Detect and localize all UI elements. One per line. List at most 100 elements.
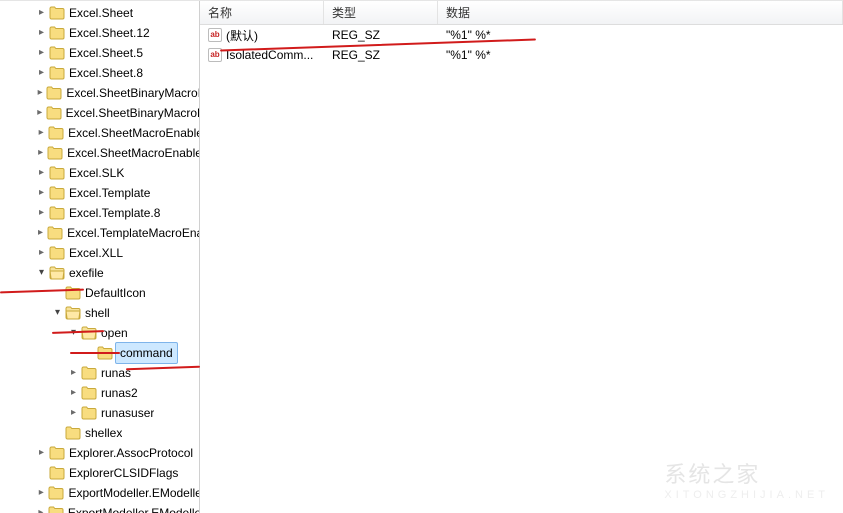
tree-item[interactable]: ▸ Excel.Sheet.12 <box>0 23 199 43</box>
tree-item[interactable]: ▾ shell <box>0 303 199 323</box>
tree-item[interactable]: shellex <box>0 423 199 443</box>
tree-item-label: Excel.TemplateMacroEnabled <box>67 223 199 243</box>
folder-icon <box>46 85 62 101</box>
tree-item-label: Excel.Sheet.12 <box>69 23 150 43</box>
tree-item-label: exefile <box>69 263 104 283</box>
chevron-right-icon[interactable]: ▸ <box>36 68 47 79</box>
folder-icon <box>65 285 81 301</box>
chevron-right-icon[interactable]: ▸ <box>36 168 47 179</box>
chevron-right-icon[interactable]: ▸ <box>36 488 46 499</box>
tree-item-label: command <box>115 342 178 364</box>
tree-item[interactable]: ▸ Excel.SheetMacroEnabled <box>0 123 199 143</box>
value-name-cell: abIsolatedComm... <box>200 48 324 62</box>
tree-item[interactable]: DefaultIcon <box>0 283 199 303</box>
folder-icon <box>81 385 97 401</box>
folder-icon <box>46 105 62 121</box>
watermark-text: 系统之家 <box>664 462 760 487</box>
tree-item[interactable]: ▸ Excel.TemplateMacroEnabled <box>0 223 199 243</box>
folder-icon <box>49 45 65 61</box>
tree-item-label: Excel.XLL <box>69 243 123 263</box>
folder-icon <box>65 425 81 441</box>
chevron-right-icon[interactable]: ▸ <box>36 448 47 459</box>
tree-item[interactable]: ▾ open <box>0 323 199 343</box>
tree-item[interactable]: ▸ Explorer.AssocProtocol <box>0 443 199 463</box>
column-header-type[interactable]: 类型 <box>324 1 438 24</box>
list-header: 名称 类型 数据 <box>200 1 843 25</box>
folder-icon <box>47 225 63 241</box>
chevron-down-icon[interactable]: ▾ <box>36 268 47 279</box>
expander-placeholder <box>52 428 63 439</box>
chevron-down-icon[interactable]: ▾ <box>52 308 63 319</box>
tree-item[interactable]: ▸ Excel.Template <box>0 183 199 203</box>
tree-item-label: ExportModeller.EModeller <box>68 483 199 503</box>
folder-icon <box>49 5 65 21</box>
chevron-right-icon[interactable]: ▸ <box>36 508 46 513</box>
column-header-name[interactable]: 名称 <box>200 1 324 24</box>
watermark-sub: XITONGZHIJIA.NET <box>664 489 829 501</box>
registry-editor-window: ▸ Excel.Sheet▸ Excel.Sheet.12▸ Excel.She… <box>0 0 843 513</box>
folder-icon <box>49 65 65 81</box>
value-type-cell: REG_SZ <box>324 48 438 62</box>
chevron-right-icon[interactable]: ▸ <box>36 208 47 219</box>
value-row[interactable]: ab(默认)REG_SZ"%1" %* <box>200 25 843 45</box>
tree-item[interactable]: ▸ ExportModeller.EModeller.1 <box>0 503 199 513</box>
chevron-right-icon[interactable]: ▸ <box>36 248 47 259</box>
folder-icon <box>48 125 64 141</box>
tree-item[interactable]: ▸ Excel.XLL <box>0 243 199 263</box>
chevron-right-icon[interactable]: ▸ <box>36 188 47 199</box>
tree-item-label: Excel.Sheet.5 <box>69 43 143 63</box>
folder-icon <box>49 185 65 201</box>
chevron-right-icon[interactable]: ▸ <box>68 368 79 379</box>
tree-item[interactable]: ▸ Excel.SheetMacroEnabled.12 <box>0 143 199 163</box>
tree-item[interactable]: ▸ runasuser <box>0 403 199 423</box>
tree-item[interactable]: ▸ Excel.SheetBinaryMacroEnabled <box>0 83 199 103</box>
chevron-right-icon[interactable]: ▸ <box>36 88 44 99</box>
tree-item-label: Explorer.AssocProtocol <box>69 443 193 463</box>
registry-tree[interactable]: ▸ Excel.Sheet▸ Excel.Sheet.12▸ Excel.She… <box>0 1 200 513</box>
tree-item-label: Excel.SheetBinaryMacroEnabled <box>66 83 199 103</box>
chevron-right-icon[interactable]: ▸ <box>68 408 79 419</box>
folder-icon <box>49 265 65 281</box>
tree-item-label: Excel.SLK <box>69 163 124 183</box>
tree-item[interactable]: ▸ Excel.Sheet.5 <box>0 43 199 63</box>
tree-item-label: Excel.Template.8 <box>69 203 160 223</box>
tree-item[interactable]: ▸ runas2 <box>0 383 199 403</box>
tree-item-label: Excel.Sheet.8 <box>69 63 143 83</box>
chevron-right-icon[interactable]: ▸ <box>36 28 47 39</box>
tree-item-label: shell <box>85 303 110 323</box>
tree-item[interactable]: ▸ Excel.Sheet <box>0 3 199 23</box>
tree-item[interactable]: ▸ Excel.Template.8 <box>0 203 199 223</box>
folder-icon <box>47 145 63 161</box>
chevron-right-icon[interactable]: ▸ <box>36 8 47 19</box>
tree-item[interactable]: ▸ Excel.Sheet.8 <box>0 63 199 83</box>
tree-item-label: Excel.Template <box>69 183 150 203</box>
tree-item[interactable]: ▸ Excel.SLK <box>0 163 199 183</box>
tree-item-label: DefaultIcon <box>85 283 146 303</box>
tree-item-label: runas <box>101 363 131 383</box>
expander-placeholder <box>36 468 47 479</box>
column-header-data[interactable]: 数据 <box>438 1 843 24</box>
tree-item[interactable]: ExplorerCLSIDFlags <box>0 463 199 483</box>
watermark: 系统之家 XITONGZHIJIA.NET <box>664 457 829 501</box>
chevron-right-icon[interactable]: ▸ <box>36 128 46 139</box>
tree-item-label: Excel.SheetBinaryMacroEnabled.12 <box>66 103 199 123</box>
tree-item[interactable]: ▸ Excel.SheetBinaryMacroEnabled.12 <box>0 103 199 123</box>
value-type-cell: REG_SZ <box>324 28 438 42</box>
chevron-right-icon[interactable]: ▸ <box>68 388 79 399</box>
tree-item[interactable]: ▸ ExportModeller.EModeller <box>0 483 199 503</box>
folder-icon <box>81 405 97 421</box>
tree-item[interactable]: ▾ exefile <box>0 263 199 283</box>
value-name-cell: ab(默认) <box>200 27 324 44</box>
tree-item-label: runasuser <box>101 403 154 423</box>
chevron-right-icon[interactable]: ▸ <box>36 108 44 119</box>
tree-item-label: ExplorerCLSIDFlags <box>69 463 178 483</box>
list-body: ab(默认)REG_SZ"%1" %* abIsolatedComm...REG_… <box>200 25 843 513</box>
folder-icon <box>49 165 65 181</box>
chevron-right-icon[interactable]: ▸ <box>36 148 45 159</box>
folder-icon <box>48 485 64 501</box>
folder-icon <box>65 305 81 321</box>
chevron-right-icon[interactable]: ▸ <box>36 48 47 59</box>
folder-icon <box>49 205 65 221</box>
tree-item-label: open <box>101 323 128 343</box>
chevron-right-icon[interactable]: ▸ <box>36 228 45 239</box>
